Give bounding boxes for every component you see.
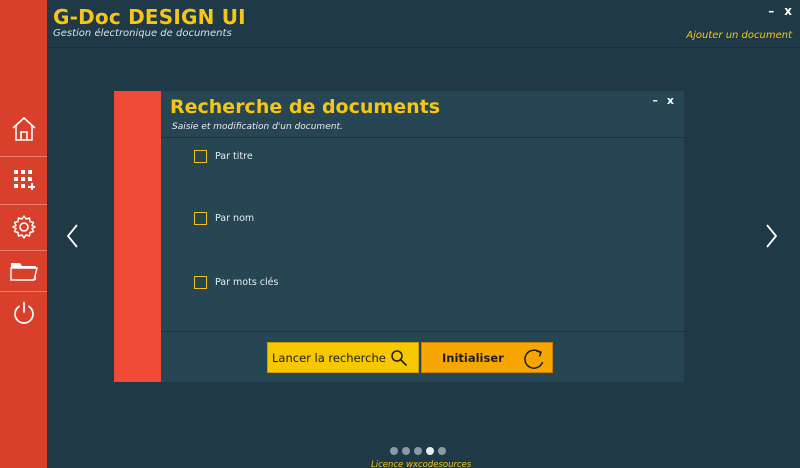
dialog-subtitle: Saisie et modification d'un document. [172, 122, 343, 132]
settings-gear-icon [11, 215, 36, 239]
modal-accent-bar [114, 91, 161, 382]
chevron-right-icon [766, 224, 778, 248]
app-subtitle: Gestion électronique de documents [53, 28, 232, 39]
page-dot[interactable] [426, 447, 434, 455]
option-label: Par titre [215, 151, 253, 162]
reset-button[interactable]: Initialiser [421, 342, 553, 373]
sidebar-item-home[interactable] [0, 108, 47, 150]
option-by-keywords[interactable]: Par mots clés [194, 276, 278, 289]
option-label: Par nom [215, 213, 255, 224]
window-controls: – x [768, 4, 792, 18]
apps-grid-icon [13, 170, 35, 190]
option-by-title[interactable]: Par titre [194, 150, 253, 163]
window-minimize-button[interactable]: – [768, 4, 774, 18]
sidebar-item-settings[interactable] [0, 206, 47, 248]
app-title: G-Doc DESIGN UI [53, 5, 246, 29]
refresh-icon [522, 347, 546, 371]
search-icon [390, 349, 408, 367]
reset-button-label: Initialiser [442, 350, 504, 365]
search-dialog: Recherche de documents Saisie et modific… [161, 91, 684, 382]
header-divider [47, 47, 800, 48]
next-arrow-button[interactable] [761, 222, 781, 250]
page-dot[interactable] [438, 447, 446, 455]
sidebar-item-power[interactable] [0, 292, 47, 334]
dialog-controls: – x [652, 94, 674, 107]
home-icon [11, 116, 36, 141]
dialog-header: Recherche de documents Saisie et modific… [161, 91, 684, 138]
folder-icon [9, 263, 38, 281]
page-indicator [390, 447, 446, 455]
checkbox-by-name[interactable] [194, 212, 207, 225]
dialog-title: Recherche de documents [170, 96, 440, 118]
sidebar-item-apps[interactable] [0, 158, 47, 200]
page-dot[interactable] [402, 447, 410, 455]
dialog-minimize-button[interactable]: – [652, 94, 658, 107]
chevron-left-icon [66, 224, 78, 248]
page-dot[interactable] [390, 447, 398, 455]
sidebar [0, 0, 47, 468]
launch-search-button[interactable]: Lancer la recherche [267, 342, 419, 373]
checkbox-by-title[interactable] [194, 150, 207, 163]
previous-arrow-button[interactable] [63, 222, 83, 250]
page-dot[interactable] [414, 447, 422, 455]
sidebar-divider [0, 156, 47, 157]
add-document-link[interactable]: Ajouter un document [686, 30, 792, 41]
dialog-close-button[interactable]: x [667, 94, 674, 107]
checkbox-by-keywords[interactable] [194, 276, 207, 289]
dialog-footer-divider [161, 331, 684, 332]
search-button-label: Lancer la recherche [272, 350, 386, 365]
sidebar-item-documents[interactable] [0, 250, 47, 292]
option-label: Par mots clés [215, 277, 279, 288]
window-close-button[interactable]: x [784, 4, 792, 18]
sidebar-divider [0, 204, 47, 205]
option-by-name[interactable]: Par nom [194, 212, 254, 225]
licence-text: Licence wxcodesources [371, 460, 472, 468]
power-icon [13, 301, 34, 324]
